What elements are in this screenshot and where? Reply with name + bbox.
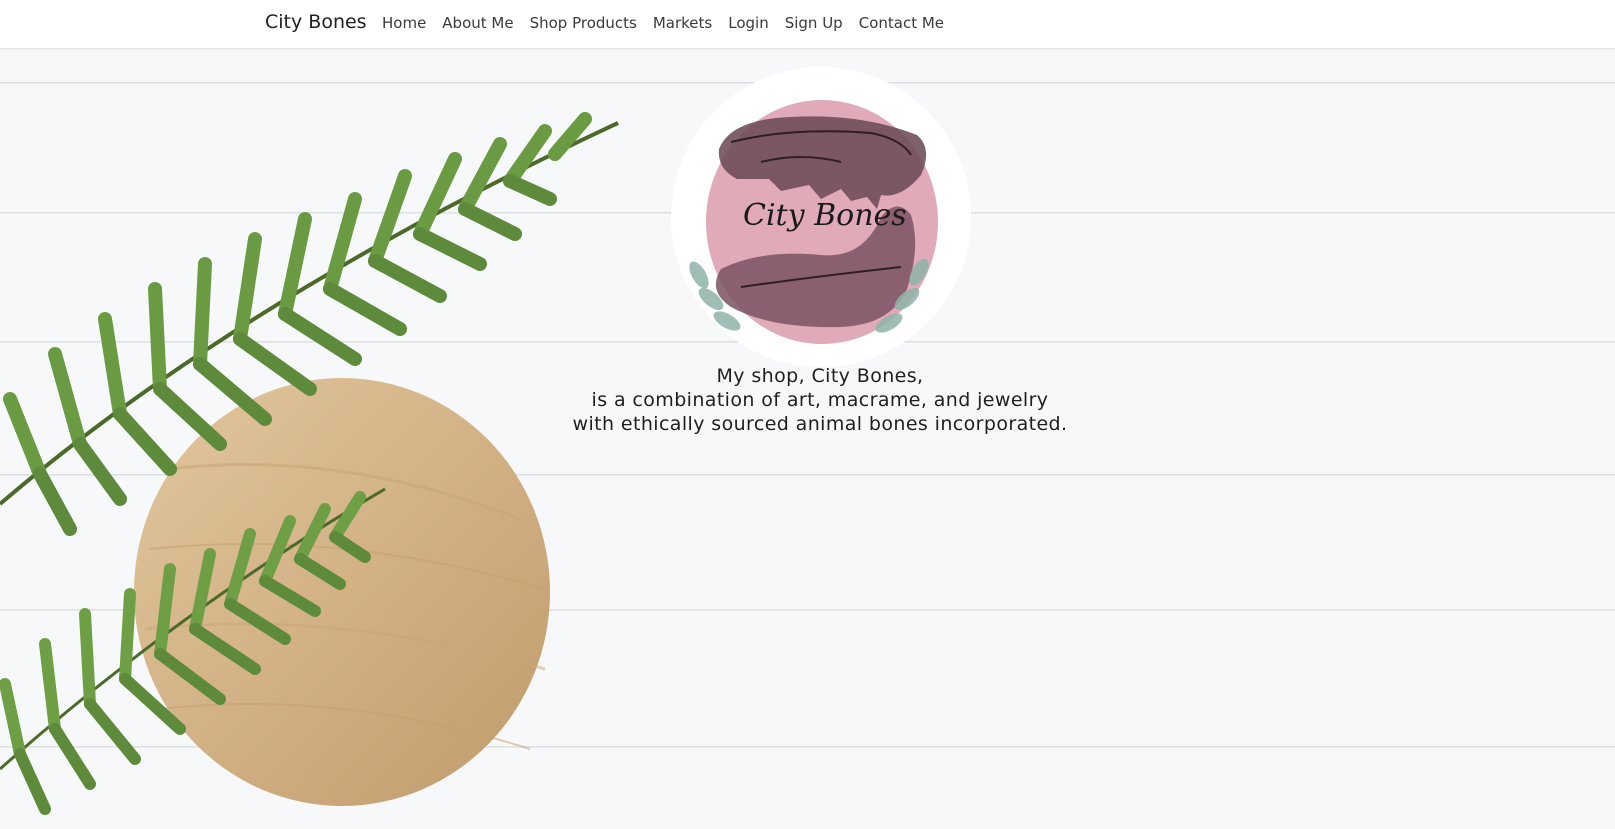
decor-illustration xyxy=(0,112,619,815)
city-bones-logo: City Bones xyxy=(671,67,971,367)
skull-illustration-icon: City Bones xyxy=(671,67,971,367)
nav-item-signup: Sign Up xyxy=(785,13,843,32)
logo-text: City Bones xyxy=(743,198,907,233)
navbar: City Bones Home About Me Shop Products M… xyxy=(0,0,1615,49)
hero-tagline: My shop, City Bones, is a combination of… xyxy=(500,364,1140,436)
tagline-line-1: My shop, City Bones, xyxy=(716,365,924,387)
nav-item-markets: Markets xyxy=(653,13,712,32)
nav-link-login[interactable]: Login xyxy=(728,14,768,32)
tagline-line-3: with ethically sourced animal bones inco… xyxy=(572,413,1068,435)
nav-link-signup[interactable]: Sign Up xyxy=(785,14,843,32)
nav-item-about: About Me xyxy=(442,13,513,32)
tagline-line-2: is a combination of art, macrame, and je… xyxy=(591,389,1049,411)
nav-item-contact: Contact Me xyxy=(859,13,944,32)
nav-link-home[interactable]: Home xyxy=(382,14,426,32)
nav-item-home: Home xyxy=(382,13,426,32)
nav-link-markets[interactable]: Markets xyxy=(653,14,712,32)
nav-link-about[interactable]: About Me xyxy=(442,14,513,32)
nav-item-shop: Shop Products xyxy=(530,13,637,32)
brand-link[interactable]: City Bones xyxy=(265,11,367,33)
nav-link-contact[interactable]: Contact Me xyxy=(859,14,944,32)
nav-links: Home About Me Shop Products Markets Logi… xyxy=(382,13,960,32)
nav-item-login: Login xyxy=(728,13,768,32)
nav-link-shop[interactable]: Shop Products xyxy=(530,14,637,32)
